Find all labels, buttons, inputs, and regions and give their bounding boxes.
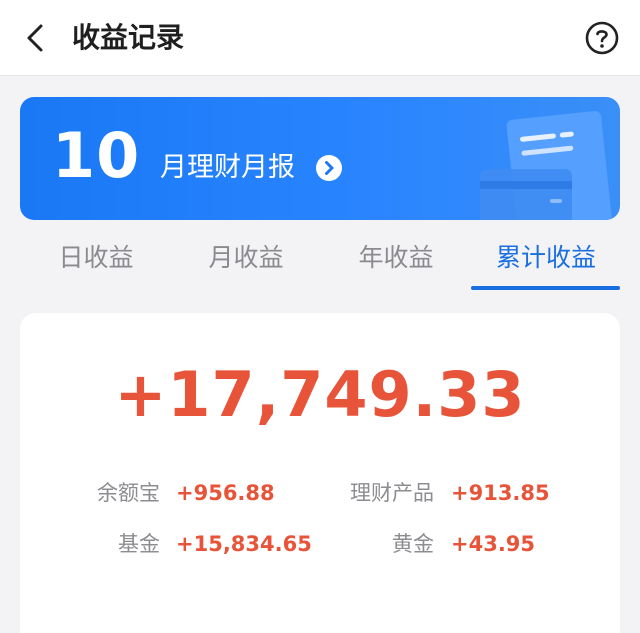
chevron-left-icon [27,24,43,52]
stat-label-wealth-products: 理财产品 [350,481,434,505]
stat-label-funds: 基金 [118,532,160,556]
banner-title: 月理财月报 [160,152,295,183]
stat-value-gold: +43.95 [451,532,536,556]
stat-label-gold: 黄金 [392,532,434,556]
top-bar: 收益记录 [0,0,640,76]
stat-label-yuebao: 余额宝 [97,481,160,505]
help-button[interactable] [584,20,620,56]
tab-cumulative-earnings[interactable]: 累计收益 [471,232,621,290]
stat-value-funds: +15,834.65 [176,532,312,556]
banner-month: 10 [52,119,141,192]
page-title: 收益记录 [72,21,185,54]
tab-monthly-earnings[interactable]: 月收益 [171,232,321,290]
help-icon [585,21,619,55]
report-illustration-icon [480,111,612,220]
earnings-summary-card: +17,749.33 余额宝 +956.88 理财产品 +913.85 基金 +… [20,313,620,633]
active-tab-indicator [471,286,620,290]
stat-value-yuebao: +956.88 [176,481,275,505]
chevron-right-circle-icon [316,155,342,181]
stat-value-wealth-products: +913.85 [451,481,550,505]
monthly-report-banner[interactable]: 10 月理财月报 [20,97,620,220]
total-earnings: +17,749.33 [114,358,526,431]
earnings-tabs: 日收益 月收益 年收益 累计收益 [0,232,640,290]
tab-yearly-earnings[interactable]: 年收益 [321,232,471,290]
back-button[interactable] [18,20,54,56]
tab-daily-earnings[interactable]: 日收益 [21,232,171,290]
